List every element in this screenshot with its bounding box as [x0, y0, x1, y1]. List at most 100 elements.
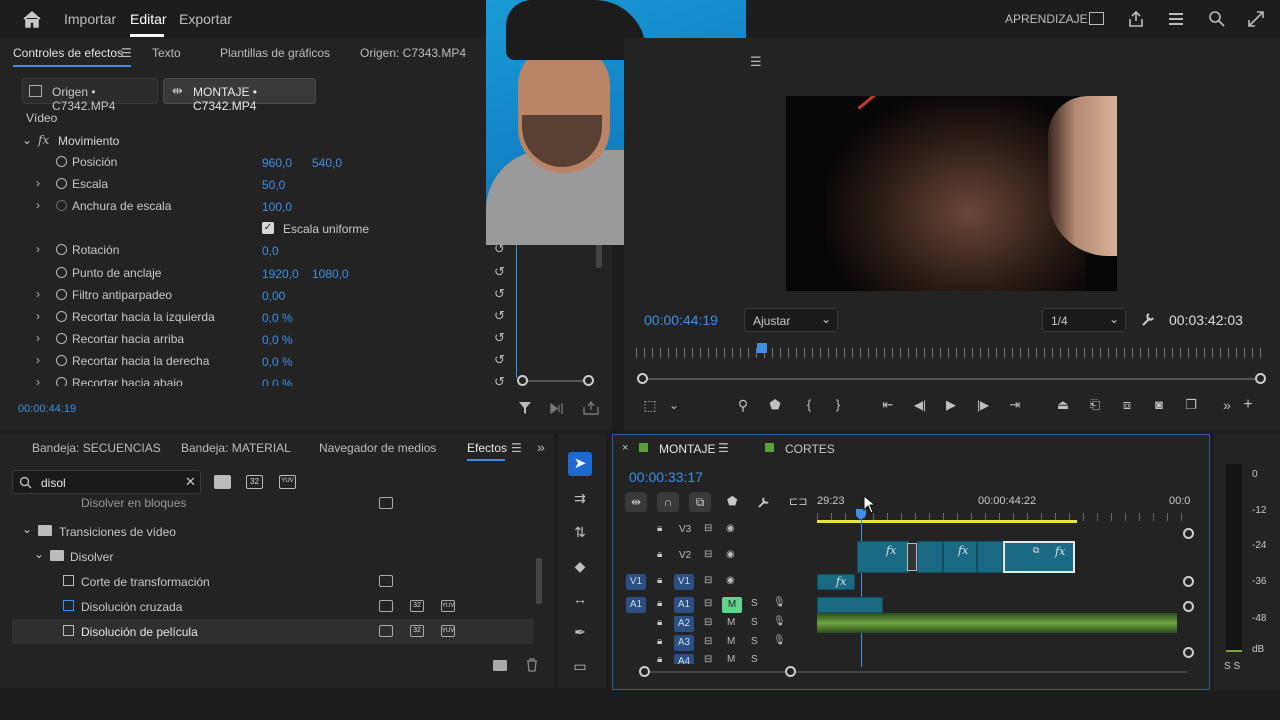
tab-text[interactable]: Texto	[152, 46, 181, 60]
yuv-effects-icon[interactable]: YUV	[279, 475, 296, 489]
list-item[interactable]: Corte de transformación	[12, 569, 534, 594]
sequence-clip-button[interactable]: ⇹ MONTAJE • C7342.MP4	[163, 78, 316, 113]
chevron-down-icon[interactable]: ⌄	[662, 393, 686, 417]
eye-icon[interactable]: ◉	[726, 549, 735, 560]
panel-menu-icon[interactable]: ☰	[121, 46, 132, 60]
solo-button[interactable]: S	[751, 654, 758, 664]
wrench-icon[interactable]	[757, 495, 771, 509]
razor-tool-icon[interactable]: ◆	[568, 554, 592, 578]
property-value[interactable]: 1080,0	[312, 267, 349, 281]
reset-icon[interactable]: ↺	[494, 308, 505, 324]
tab-bin-sequences[interactable]: Bandeja: SECUENCIAS	[32, 441, 161, 455]
menu-import[interactable]: Importar	[64, 11, 116, 27]
chevron-right-icon[interactable]: ›	[36, 375, 40, 386]
property-value[interactable]: 50,0	[262, 178, 285, 192]
ec-zoom-bar[interactable]	[522, 380, 590, 382]
nest-toggle-icon[interactable]: ⇹	[625, 492, 647, 512]
search-input[interactable]: disol	[41, 476, 66, 490]
zoom-handle-left[interactable]	[517, 375, 528, 386]
stopwatch-icon[interactable]	[56, 355, 67, 366]
property-value[interactable]: 1920,0	[262, 267, 299, 281]
stopwatch-icon[interactable]	[56, 311, 67, 322]
solo-buttons[interactable]: S S	[1224, 661, 1240, 672]
add-marker-icon[interactable]: ⬟	[727, 494, 737, 508]
tab-source[interactable]: Origen: C7343.MP4	[360, 46, 466, 60]
tab-graphics-templates[interactable]: Plantillas de gráficos	[220, 46, 330, 60]
scroll-handle[interactable]	[1183, 576, 1194, 587]
effects-search-field[interactable]: disol ✕	[12, 470, 201, 494]
add-marker-icon[interactable]: ⬟	[763, 393, 787, 417]
timeline-zoom-bar[interactable]	[647, 671, 1187, 673]
property-value[interactable]: 540,0	[312, 156, 342, 170]
play-audio-icon[interactable]	[550, 402, 566, 415]
mic-icon[interactable]: 🎙︎	[773, 635, 786, 646]
stopwatch-icon[interactable]	[56, 377, 67, 386]
video-clip[interactable]	[977, 541, 1003, 573]
track-target-a4[interactable]: A4	[674, 654, 694, 664]
audio-waveform-a2[interactable]	[817, 613, 1177, 633]
share-icon[interactable]	[1128, 10, 1144, 27]
transition-marker[interactable]	[907, 543, 917, 571]
sync-lock-icon[interactable]: ⊟	[704, 575, 712, 586]
reset-icon[interactable]: ↺	[494, 286, 505, 302]
home-icon[interactable]	[22, 10, 42, 28]
scroll-handle[interactable]	[1183, 528, 1194, 539]
eye-icon[interactable]: ◉	[726, 575, 735, 586]
captions-icon[interactable]: ⊏⊐	[789, 495, 807, 508]
linked-selection-icon[interactable]: ⧉	[689, 492, 711, 512]
zoom-handle-right[interactable]	[785, 666, 796, 677]
new-folder-icon[interactable]	[493, 660, 507, 671]
stopwatch-icon[interactable]	[56, 156, 67, 167]
menu-export[interactable]: Exportar	[179, 11, 232, 27]
go-to-in-icon[interactable]: ⇤	[876, 393, 900, 417]
project-scrollbar[interactable]	[536, 558, 542, 604]
camera-icon[interactable]: ◙	[1147, 393, 1171, 417]
scroll-handle[interactable]	[1183, 647, 1194, 658]
chevron-right-icon[interactable]: ›	[36, 309, 40, 323]
track-target-a2[interactable]: A2	[674, 616, 694, 632]
property-value[interactable]: 0,00	[262, 289, 285, 303]
step-back-icon[interactable]: ◀|	[908, 393, 932, 417]
track-select-icon[interactable]: ⇉	[568, 486, 592, 510]
reset-icon[interactable]: ↺	[494, 352, 505, 368]
panel-menu-icon[interactable]: ☰	[750, 54, 762, 70]
solo-button[interactable]: S	[751, 598, 758, 609]
zoom-handle-right[interactable]	[583, 375, 594, 386]
track-target-a1[interactable]: A1	[674, 597, 694, 613]
chevron-right-icon[interactable]: ›	[36, 242, 40, 256]
more-tabs-icon[interactable]: »	[537, 439, 545, 455]
eye-icon[interactable]: ◉	[726, 523, 735, 534]
accelerated-effects-icon[interactable]	[214, 475, 231, 489]
mute-button-a1[interactable]: M	[722, 597, 742, 613]
list-item[interactable]: Disolver en bloques	[12, 497, 534, 511]
lock-icon[interactable]: 🔒︎	[657, 654, 662, 664]
reset-icon[interactable]: ↺	[494, 374, 505, 390]
32bit-effects-icon[interactable]: 32	[246, 475, 263, 489]
search-icon[interactable]	[1208, 10, 1225, 27]
ec-scrollbar[interactable]	[596, 244, 602, 268]
export-frame-icon[interactable]	[583, 401, 599, 415]
mute-button[interactable]: M	[727, 617, 735, 628]
chevron-right-icon[interactable]: ›	[36, 353, 40, 367]
property-value[interactable]: 0,0 %	[262, 311, 293, 325]
chevron-down-icon[interactable]: ⌄	[22, 522, 32, 536]
playhead[interactable]	[757, 343, 767, 353]
tab-bin-material[interactable]: Bandeja: MATERIAL	[181, 441, 291, 455]
property-value[interactable]: 960,0	[262, 156, 292, 170]
reset-icon[interactable]: ↺	[494, 330, 505, 346]
chevron-down-icon[interactable]: ⌄	[22, 133, 32, 147]
safe-margins-icon[interactable]: ⬚	[638, 393, 662, 417]
multicam-icon[interactable]: ❐	[1179, 393, 1203, 417]
step-forward-icon[interactable]: |▶	[971, 393, 995, 417]
property-value[interactable]: 0,0	[262, 244, 279, 258]
selection-tool-icon[interactable]: ➤	[568, 452, 592, 476]
checkbox-uniform-scale[interactable]: ✓	[262, 222, 274, 234]
zoom-handle-left[interactable]	[639, 666, 650, 677]
zoom-frame-icon[interactable]: ⚲	[731, 393, 755, 417]
chevron-down-icon[interactable]: ⌄	[34, 547, 44, 561]
audio-clip-a1[interactable]	[817, 597, 883, 613]
video-clip-v1[interactable]: fx	[817, 574, 855, 590]
solo-button[interactable]: S	[751, 617, 758, 628]
source-patch-a1[interactable]: A1	[626, 597, 646, 613]
tab-effects[interactable]: Efectos	[467, 441, 507, 455]
